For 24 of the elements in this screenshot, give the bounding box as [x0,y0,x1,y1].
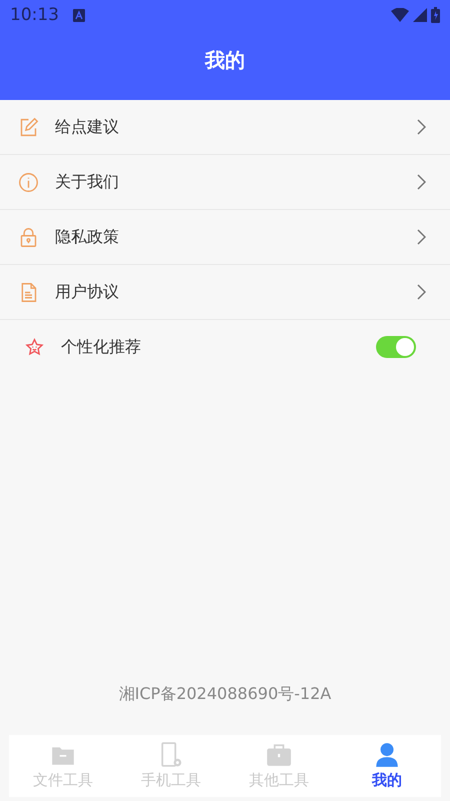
notification-icon [73,8,85,22]
lock-icon [18,226,39,248]
briefcase-icon [266,742,292,768]
person-icon [374,742,400,768]
star-icon [24,336,45,358]
setting-label: 个性化推荐 [61,336,141,358]
chevron-right-icon [416,174,426,190]
signal-icon [413,8,427,22]
icp-license-text: 湘ICP备2024088690号-12A [118,684,332,705]
menu-item[interactable]: 隐私政策 [55,226,119,248]
menu-item[interactable]: 用户协议 [55,282,119,302]
info-icon [18,172,39,192]
chevron-right-icon [416,284,426,300]
menu-item[interactable]: 给点建议 [55,116,119,138]
chevron-right-icon [416,229,426,245]
chevron-right-icon [416,119,426,135]
menu-item[interactable]: 关于我们 [55,172,119,192]
status-time: 10:13 [10,5,59,25]
edit-icon [18,116,39,138]
wifi-icon [391,8,409,22]
toggle-switch[interactable] [376,336,416,358]
page-title: 我的 [205,46,245,74]
nav-tab[interactable]: 我的 [333,735,441,797]
battery-icon [431,7,440,23]
